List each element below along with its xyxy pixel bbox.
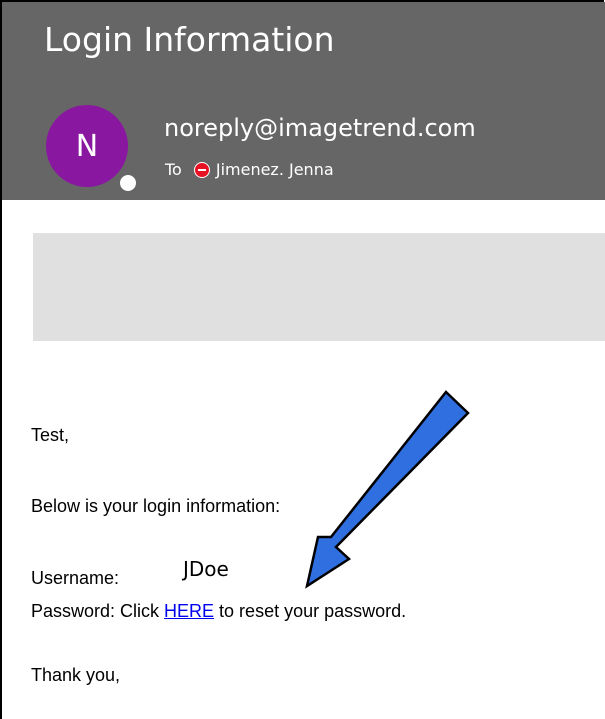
annotation-arrow-icon: [305, 390, 470, 589]
